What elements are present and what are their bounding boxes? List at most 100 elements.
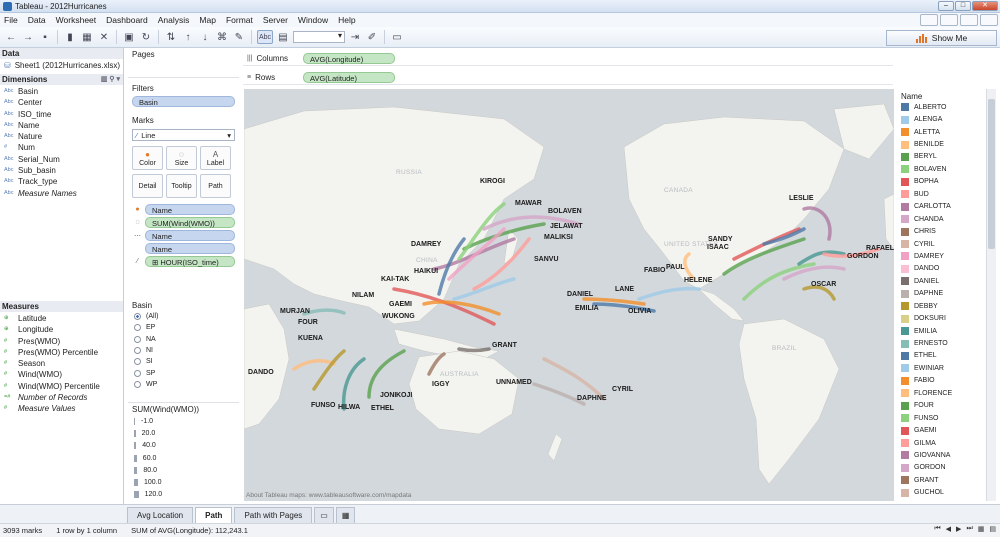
tab-path[interactable]: Path [195, 507, 233, 523]
basin-radio-option[interactable]: NA [128, 334, 239, 345]
dimension-field[interactable]: Abc Name [0, 120, 123, 131]
menu-file[interactable]: File [4, 15, 18, 25]
mode-button-1[interactable] [920, 14, 938, 26]
storm-track[interactable] [457, 347, 491, 353]
mode-button-3[interactable] [960, 14, 978, 26]
legend-item[interactable]: CYRIL [897, 238, 986, 250]
menu-dashboard[interactable]: Dashboard [106, 15, 148, 25]
basin-radio-option[interactable]: NI [128, 345, 239, 356]
legend-item[interactable]: GIOVANNA [897, 449, 986, 461]
next-sheet-icon[interactable]: ▶ [956, 525, 961, 533]
pages-card[interactable]: Pages [128, 48, 239, 78]
measure-field[interactable]: # Pres(WMO) [0, 336, 123, 347]
menu-help[interactable]: Help [338, 15, 355, 25]
map-view[interactable]: RUSSIA CHINA CANADA UNITED STATES BRAZIL… [244, 89, 894, 501]
legend-item[interactable]: BOLAVEN [897, 163, 986, 175]
menu-worksheet[interactable]: Worksheet [56, 15, 96, 25]
clear-sheet-icon[interactable]: ✕ [97, 30, 111, 44]
legend-item[interactable]: BENILDE [897, 138, 986, 150]
basin-radio-option[interactable]: (All) [128, 311, 239, 322]
basin-radio-option[interactable]: WP [128, 379, 239, 390]
legend-item[interactable]: CHANDA [897, 213, 986, 225]
legend-item[interactable]: EMILIA [897, 325, 986, 337]
presentation-icon[interactable]: ▭ [390, 30, 404, 44]
measure-field[interactable]: # Measure Values [0, 403, 123, 414]
mode-button-2[interactable] [940, 14, 958, 26]
show-me-button[interactable]: Show Me [886, 30, 997, 46]
new-sheet-icon[interactable]: ▦ [80, 30, 94, 44]
legend-item[interactable]: ETHEL [897, 350, 986, 362]
label-button[interactable]: A Label [200, 146, 231, 170]
legend-item[interactable]: FUNSO [897, 412, 986, 424]
sort-desc-icon[interactable]: ↓ [198, 30, 212, 44]
legend-item[interactable]: BOPHA [897, 176, 986, 188]
legend-item[interactable]: GORDON [897, 462, 986, 474]
menu-data[interactable]: Data [28, 15, 46, 25]
last-sheet-icon[interactable]: ⏭ [966, 525, 972, 533]
tooltip-button[interactable]: Tooltip [166, 174, 197, 198]
mark-pill-name-label[interactable]: Name [145, 243, 235, 254]
fix-axes-icon[interactable]: ⇥ [348, 30, 362, 44]
list-view-icon[interactable]: ▤ [989, 525, 996, 533]
save-icon[interactable]: ▪ [38, 30, 52, 44]
dimension-field[interactable]: Abc Track_type [0, 176, 123, 187]
data-source[interactable]: ⛁ Sheet1 (2012Hurricanes.xlsx) [0, 59, 123, 73]
legend-item[interactable]: ALETTA [897, 126, 986, 138]
first-sheet-icon[interactable]: ⏮ [934, 525, 940, 533]
fit-dropdown[interactable] [293, 31, 345, 43]
menu-format[interactable]: Format [226, 15, 253, 25]
storm-track[interactable] [797, 250, 846, 266]
pen-icon[interactable]: ✐ [365, 30, 379, 44]
minimize-button[interactable]: – [938, 1, 954, 11]
legend-scrollbar[interactable] [986, 89, 996, 501]
path-button[interactable]: Path [200, 174, 231, 198]
tab-path-with-pages[interactable]: Path with Pages [234, 507, 313, 523]
size-legend-item[interactable]: 80.0 [128, 464, 239, 476]
highlight-icon[interactable]: ✎ [232, 30, 246, 44]
storm-track[interactable] [302, 308, 346, 316]
menu-analysis[interactable]: Analysis [158, 15, 190, 25]
dimension-field[interactable]: Abc Serial_Num [0, 154, 123, 165]
measure-field[interactable]: # Wind(WMO) [0, 369, 123, 380]
rows-shelf[interactable]: ≡ Rows AVG(Latitude) [243, 70, 893, 85]
legend-item[interactable]: ALENGA [897, 113, 986, 125]
legend-item[interactable]: CHRIS [897, 225, 986, 237]
legend-item[interactable]: EWINIAR [897, 362, 986, 374]
size-button[interactable]: ◌ Size [166, 146, 197, 170]
totals-icon[interactable]: ▤ [276, 30, 290, 44]
sort-asc-icon[interactable]: ↑ [181, 30, 195, 44]
storm-track[interactable] [367, 349, 406, 399]
mark-pill-name-color[interactable]: Name [145, 204, 235, 215]
measure-field[interactable]: # Season [0, 358, 123, 369]
mode-button-4[interactable] [980, 14, 998, 26]
legend-item[interactable]: ALBERTO [897, 101, 986, 113]
size-legend-item[interactable]: 60.0 [128, 452, 239, 464]
storm-track[interactable] [312, 349, 346, 391]
columns-shelf[interactable]: ||| Columns AVG(Longitude) [243, 51, 893, 66]
dimension-tools-icon[interactable]: ▥ ⚲ ▾ [101, 74, 120, 85]
basin-radio-option[interactable]: SP [128, 367, 239, 378]
forward-icon[interactable]: → [21, 30, 35, 44]
close-button[interactable]: ✕ [972, 1, 998, 11]
measure-field[interactable]: # Pres(WMO) Percentile [0, 347, 123, 358]
mark-pill-hour-path[interactable]: ⊞ HOUR(ISO_time) [145, 256, 235, 267]
dimension-field[interactable]: Abc Center [0, 97, 123, 108]
legend-item[interactable]: FLORENCE [897, 387, 986, 399]
storm-track[interactable] [542, 357, 606, 401]
filter-pill-basin[interactable]: Basin [132, 96, 235, 107]
size-legend-item[interactable]: 20.0 [128, 427, 239, 439]
legend-item[interactable]: GRANT [897, 474, 986, 486]
duplicate-icon[interactable]: ▣ [122, 30, 136, 44]
basin-radio-option[interactable]: EP [128, 322, 239, 333]
size-legend-item[interactable]: 100.0 [128, 476, 239, 488]
dimension-field[interactable]: Abc Nature [0, 131, 123, 142]
color-button[interactable]: ● Color [132, 146, 163, 170]
scrollbar-thumb[interactable] [988, 99, 995, 249]
storm-track[interactable] [637, 286, 701, 301]
legend-item[interactable]: FABIO [897, 375, 986, 387]
dimension-field[interactable]: Abc Measure Names [0, 188, 123, 199]
map-attribution[interactable]: About Tableau maps: www.tableausoftware.… [246, 492, 411, 499]
mark-type-dropdown[interactable]: ⁄ Line ▾ [132, 129, 235, 141]
legend-item[interactable]: BERYL [897, 151, 986, 163]
mark-pill-name-detail[interactable]: Name [145, 230, 235, 241]
